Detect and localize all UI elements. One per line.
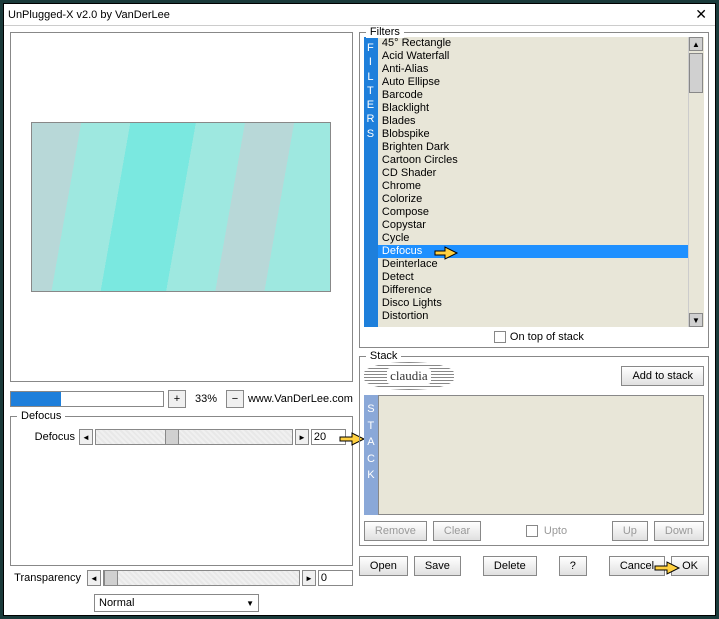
filter-item[interactable]: Disco Lights [378,297,688,310]
transparency-slider[interactable] [103,570,300,586]
bottom-button-row: Open Save Delete ? Cancel OK [359,556,709,576]
filters-list[interactable]: 45° RectangleAcid WaterfallAnti-AliasAut… [378,37,688,327]
filter-item[interactable]: Chrome [378,180,688,193]
filter-item[interactable]: Blacklight [378,102,688,115]
filter-item[interactable]: Blobspike [378,128,688,141]
pointer-hand-icon [653,556,681,578]
defocus-group: Defocus Defocus ◄ ► [10,416,353,566]
on-top-row: On top of stack [364,327,704,343]
progress-fill [11,392,61,406]
vendor-link[interactable]: www.VanDerLee.com [248,393,353,405]
transparency-value-input[interactable] [318,570,353,586]
defocus-param-row: Defocus ◄ ► [17,429,346,445]
filter-item[interactable]: Cycle [378,232,688,245]
zoom-in-button[interactable]: + [168,390,186,408]
defocus-slider[interactable] [95,429,293,445]
filter-item[interactable]: Detect [378,271,688,284]
stack-group: Stack claudia Add to stack STACK Remove … [359,356,709,546]
chevron-down-icon: ▼ [246,599,254,608]
filter-item[interactable]: Distortion [378,310,688,323]
on-top-label: On top of stack [510,331,584,343]
upto-checkbox[interactable] [526,525,538,537]
window-title: UnPlugged-X v2.0 by VanDerLee [8,9,170,21]
transparency-row: Transparency ◄ ► [10,570,353,586]
filter-item[interactable]: Anti-Alias [378,63,688,76]
filter-item[interactable]: Colorize [378,193,688,206]
zoom-row: + 33% − www.VanDerLee.com [10,390,353,408]
filter-item[interactable]: Deinterlace [378,258,688,271]
blend-mode-select[interactable]: Normal ▼ [94,594,259,612]
stack-group-label: Stack [366,350,402,362]
transparency-decrease-button[interactable]: ◄ [87,570,101,586]
logo-text: claudia [387,368,431,384]
pointer-hand-icon [433,244,459,260]
stack-tab: STACK [364,395,378,515]
filter-item[interactable]: Brighten Dark [378,141,688,154]
filter-item[interactable]: 45° Rectangle [378,37,688,50]
delete-button[interactable]: Delete [483,556,537,576]
progress-bar [10,391,164,407]
filter-item[interactable]: Barcode [378,89,688,102]
defocus-value-input[interactable] [311,429,346,445]
defocus-slider-thumb[interactable] [165,429,179,445]
blend-mode-row: Normal ▼ [10,594,353,612]
filters-list-container: FILTERS 45° RectangleAcid WaterfallAnti-… [364,37,704,327]
filter-item[interactable]: Defocus [378,245,688,258]
right-column: Filters FILTERS 45° RectangleAcid Waterf… [359,32,709,612]
filters-group: Filters FILTERS 45° RectangleAcid Waterf… [359,32,709,348]
preview-image [31,122,331,292]
filter-item[interactable]: Cartoon Circles [378,154,688,167]
help-button[interactable]: ? [559,556,587,576]
main-window: UnPlugged-X v2.0 by VanDerLee ✕ + 33% − … [3,3,716,616]
transparency-slider-thumb[interactable] [104,570,118,586]
add-to-stack-button[interactable]: Add to stack [621,366,704,386]
open-button[interactable]: Open [359,556,408,576]
scroll-up-button[interactable]: ▲ [689,37,703,51]
zoom-percent: 33% [190,393,222,405]
filter-item[interactable]: Compose [378,206,688,219]
defocus-decrease-button[interactable]: ◄ [79,429,93,445]
defocus-param-label: Defocus [17,431,77,443]
transparency-label: Transparency [10,572,85,584]
filters-group-label: Filters [366,26,404,38]
on-top-checkbox[interactable] [494,331,506,343]
scroll-down-button[interactable]: ▼ [689,313,703,327]
filter-item[interactable]: CD Shader [378,167,688,180]
content-area: + 33% − www.VanDerLee.com Defocus Defocu… [4,26,715,618]
titlebar: UnPlugged-X v2.0 by VanDerLee ✕ [4,4,715,26]
transparency-increase-button[interactable]: ► [302,570,316,586]
filter-item[interactable]: Copystar [378,219,688,232]
stack-list[interactable] [378,395,704,515]
defocus-increase-button[interactable]: ► [295,429,309,445]
clear-button[interactable]: Clear [433,521,481,541]
defocus-group-label: Defocus [17,410,65,422]
blend-mode-value: Normal [99,597,134,609]
scroll-thumb[interactable] [689,53,703,93]
filter-item[interactable]: Auto Ellipse [378,76,688,89]
upto-label: Upto [544,525,567,537]
down-button[interactable]: Down [654,521,704,541]
filters-scrollbar[interactable]: ▲ ▼ [688,37,704,327]
save-button[interactable]: Save [414,556,461,576]
filters-tab: FILTERS [364,37,378,327]
zoom-out-button[interactable]: − [226,390,244,408]
close-button[interactable]: ✕ [691,6,711,23]
left-column: + 33% − www.VanDerLee.com Defocus Defocu… [10,32,353,612]
remove-button[interactable]: Remove [364,521,427,541]
logo: claudia [364,362,454,390]
stack-button-row: Remove Clear Upto Up Down [364,521,704,541]
filter-item[interactable]: Difference [378,284,688,297]
filter-item[interactable]: Acid Waterfall [378,50,688,63]
preview-frame [10,32,353,382]
stack-body: STACK [364,395,704,515]
up-button[interactable]: Up [612,521,648,541]
stack-header: claudia Add to stack [364,361,704,391]
filter-item[interactable]: Blades [378,115,688,128]
